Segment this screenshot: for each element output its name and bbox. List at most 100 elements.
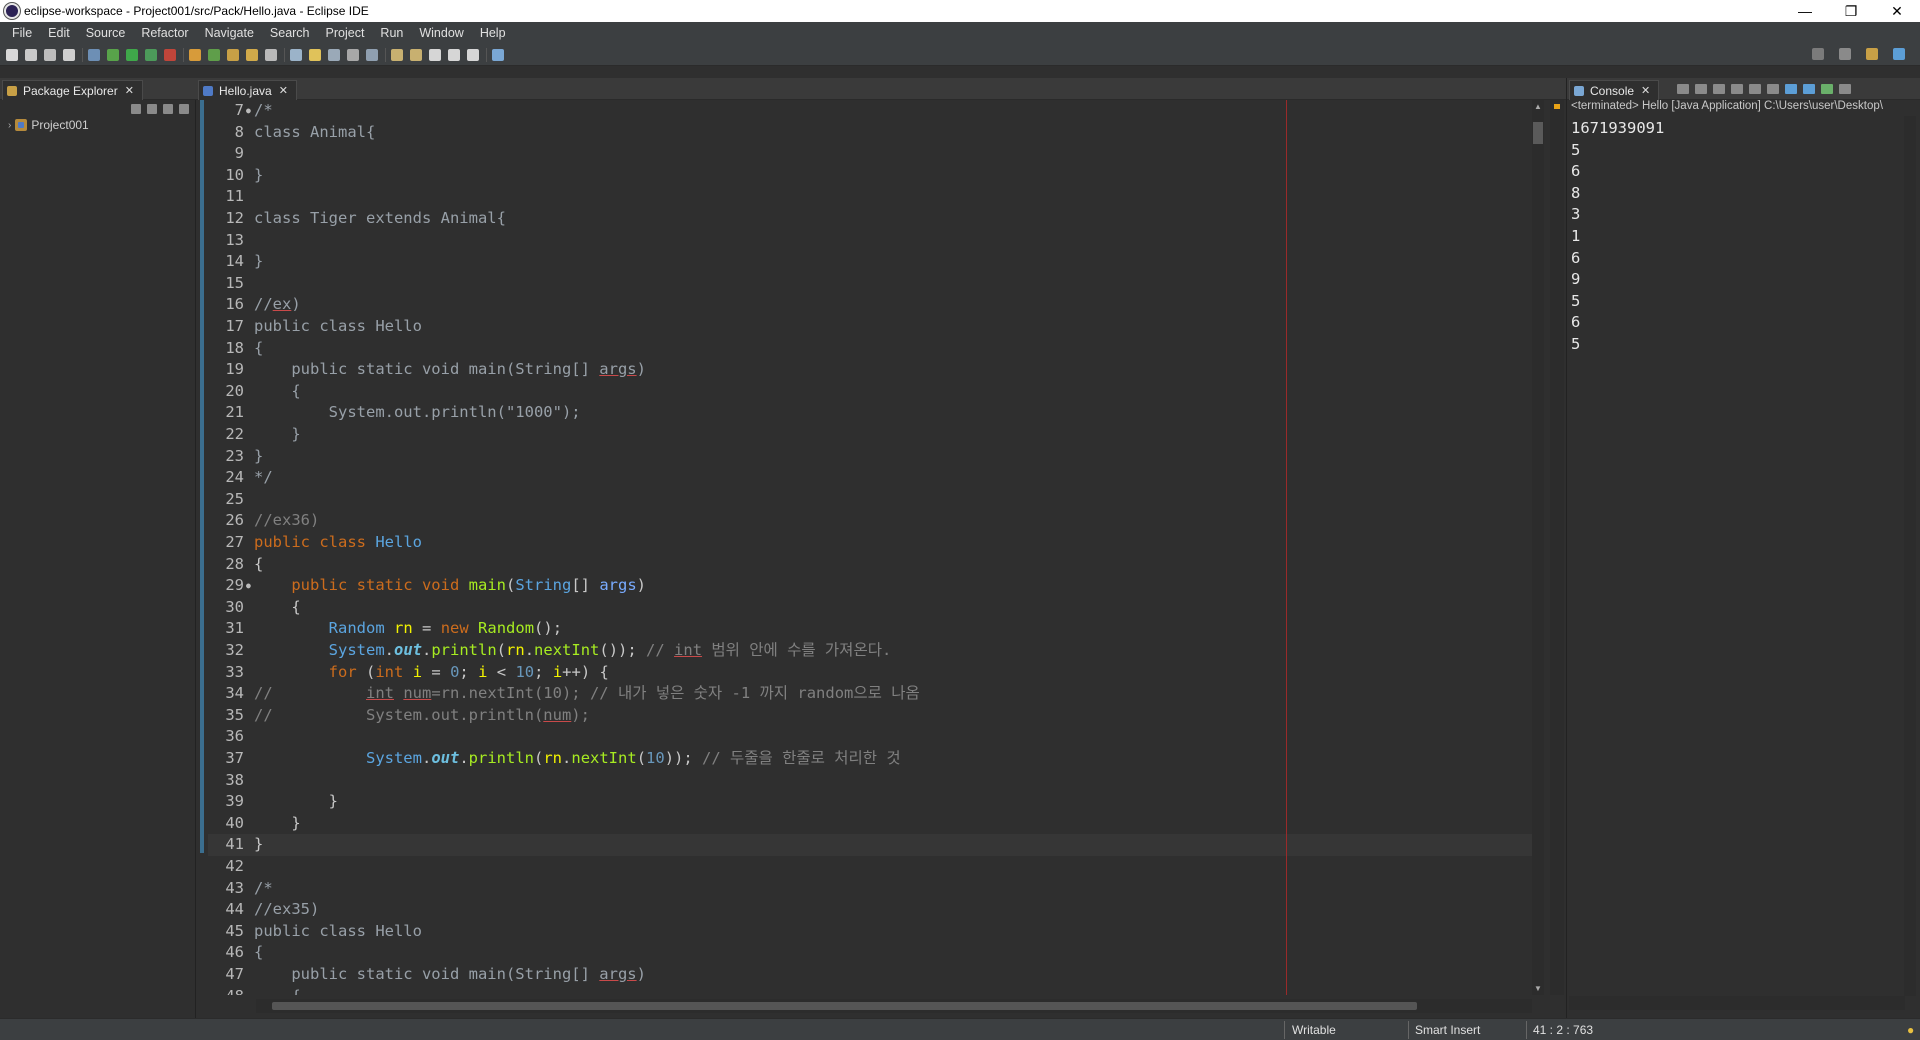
code-line[interactable]: 11 <box>208 186 1532 208</box>
menu-window[interactable]: Window <box>411 22 471 44</box>
skip-breakpoints-icon[interactable] <box>88 48 100 61</box>
menu-search[interactable]: Search <box>262 22 318 44</box>
code-line[interactable]: ● 7 /* <box>208 100 1532 122</box>
scroll-up-icon[interactable]: ▲ <box>1532 102 1544 111</box>
external-tools-icon[interactable] <box>164 48 176 61</box>
code-line[interactable]: 41} <box>208 834 1532 856</box>
open-console-icon[interactable] <box>492 48 504 61</box>
code-line[interactable]: 10} <box>208 165 1532 187</box>
code-line[interactable]: 36 <box>208 726 1532 748</box>
code-line[interactable]: 26 //ex36) <box>208 510 1532 532</box>
code-line[interactable]: 22 } <box>208 424 1532 446</box>
tab-console[interactable]: Console ✕ <box>1569 80 1660 100</box>
code-line[interactable]: 31 Random rn = new Random(); <box>208 618 1532 640</box>
debug-icon[interactable] <box>107 48 119 61</box>
close-icon[interactable]: ✕ <box>279 84 288 97</box>
code-line[interactable]: 47 public static void main(String[] args… <box>208 964 1532 986</box>
close-window-button[interactable]: ✕ <box>1874 0 1920 22</box>
print-icon[interactable] <box>63 48 75 61</box>
console-output[interactable]: 1671939091 5 6 8 3 1 6 9 5 6 5 <box>1571 118 1901 356</box>
code-line[interactable]: 34 // int num=rn.nextInt(10); // 내가 넣은 숫자… <box>208 683 1532 705</box>
coverage-icon[interactable] <box>145 48 157 61</box>
restore-button[interactable]: ❐ <box>1828 0 1874 22</box>
open-console-icon[interactable] <box>1821 84 1833 94</box>
menu-project[interactable]: Project <box>318 22 373 44</box>
console-vertical-scrollbar[interactable] <box>1904 116 1916 996</box>
tree-item-project001[interactable]: › Project001 <box>8 118 89 132</box>
scroll-thumb[interactable] <box>272 1002 1417 1010</box>
fold-icon[interactable]: ● <box>246 575 251 597</box>
code-line[interactable]: 30 { <box>208 597 1532 619</box>
clear-console-icon[interactable] <box>1731 84 1743 94</box>
code-line[interactable]: 20 { <box>208 381 1532 403</box>
code-line[interactable]: 37 System.out.println(rn.nextInt(10)); /… <box>208 748 1532 770</box>
pin-console-icon[interactable] <box>1785 84 1797 94</box>
back-icon[interactable] <box>448 48 460 61</box>
code-line[interactable]: ● 29 public static void main(String[] arg… <box>208 575 1532 597</box>
console-horizontal-scrollbar[interactable] <box>1569 996 1905 1010</box>
save-all-icon[interactable] <box>44 48 56 61</box>
display-console-icon[interactable] <box>1803 84 1815 94</box>
view-menu-icon[interactable] <box>179 104 189 114</box>
menu-edit[interactable]: Edit <box>40 22 78 44</box>
code-line[interactable]: 14} <box>208 251 1532 273</box>
remove-all-icon[interactable] <box>1713 84 1725 94</box>
collapse-all-icon[interactable] <box>131 104 141 114</box>
new-package-icon[interactable] <box>208 48 220 61</box>
previous-annotation-icon[interactable] <box>410 48 422 61</box>
code-editor[interactable]: ● 7/* 8 class Animal{9 10} 11 12 class Tiger ex… <box>208 100 1532 995</box>
scroll-down-icon[interactable]: ▼ <box>1532 984 1544 993</box>
code-line[interactable]: 28 { <box>208 554 1532 576</box>
code-line[interactable]: 32 System.out.println(rn.nextInt()); // … <box>208 640 1532 662</box>
save-icon[interactable] <box>25 48 37 61</box>
code-line[interactable]: 43 /* <box>208 878 1532 900</box>
code-line[interactable]: 35 // System.out.println(num); <box>208 705 1532 727</box>
code-line[interactable]: 13 <box>208 230 1532 252</box>
menu-refactor[interactable]: Refactor <box>133 22 196 44</box>
tab-package-explorer[interactable]: Package Explorer ✕ <box>2 80 143 100</box>
new-icon[interactable] <box>6 48 18 61</box>
code-line[interactable]: 46 { <box>208 942 1532 964</box>
fold-icon[interactable]: ● <box>246 100 251 122</box>
tab-hello-java[interactable]: Hello.java ✕ <box>198 80 297 100</box>
view-menu-icon[interactable] <box>1839 84 1851 94</box>
close-icon[interactable]: ✕ <box>125 84 134 97</box>
mark-occurrences-icon[interactable] <box>309 48 321 61</box>
code-line[interactable]: 15 <box>208 273 1532 295</box>
terminate-icon[interactable] <box>1677 84 1689 94</box>
minimize-button[interactable]: — <box>1782 0 1828 22</box>
next-annotation-icon[interactable] <box>391 48 403 61</box>
menu-file[interactable]: File <box>4 22 40 44</box>
filter-icon[interactable] <box>163 104 173 114</box>
code-line[interactable]: 48 { <box>208 986 1532 995</box>
scroll-thumb[interactable] <box>1533 122 1543 144</box>
editor-horizontal-scrollbar[interactable] <box>256 999 1532 1013</box>
remove-launch-icon[interactable] <box>1695 84 1707 94</box>
link-with-editor-icon[interactable] <box>147 104 157 114</box>
menu-run[interactable]: Run <box>372 22 411 44</box>
code-line[interactable]: 27 public class Hello <box>208 532 1532 554</box>
open-type-icon[interactable] <box>246 48 258 61</box>
menu-navigate[interactable]: Navigate <box>197 22 262 44</box>
code-line[interactable]: 44 //ex35) <box>208 899 1532 921</box>
code-line[interactable]: 38 <box>208 770 1532 792</box>
new-java-project-icon[interactable] <box>189 48 201 61</box>
code-line[interactable]: 40 } <box>208 813 1532 835</box>
lightbulb-icon[interactable]: ● <box>1907 1023 1914 1037</box>
java-perspective-icon[interactable] <box>1866 48 1878 60</box>
open-perspective-icon[interactable] <box>1839 48 1851 60</box>
code-line[interactable]: 12 class Tiger extends Animal{ <box>208 208 1532 230</box>
code-line[interactable]: 23} <box>208 446 1532 468</box>
code-line[interactable]: 8 class Animal{ <box>208 122 1532 144</box>
code-line[interactable]: 18 { <box>208 338 1532 360</box>
code-line[interactable]: 24 */ <box>208 467 1532 489</box>
code-line[interactable]: 33 for (int i = 0; i < 10; i++) { <box>208 662 1532 684</box>
new-class-icon[interactable] <box>227 48 239 61</box>
status-insert-mode[interactable]: Smart Insert <box>1415 1023 1480 1037</box>
menu-source[interactable]: Source <box>78 22 134 44</box>
word-wrap-icon[interactable] <box>1767 84 1779 94</box>
search-tool-icon[interactable] <box>265 48 277 61</box>
code-line[interactable]: 9 <box>208 143 1532 165</box>
code-line[interactable]: 39 } <box>208 791 1532 813</box>
code-line[interactable]: 25 <box>208 489 1532 511</box>
